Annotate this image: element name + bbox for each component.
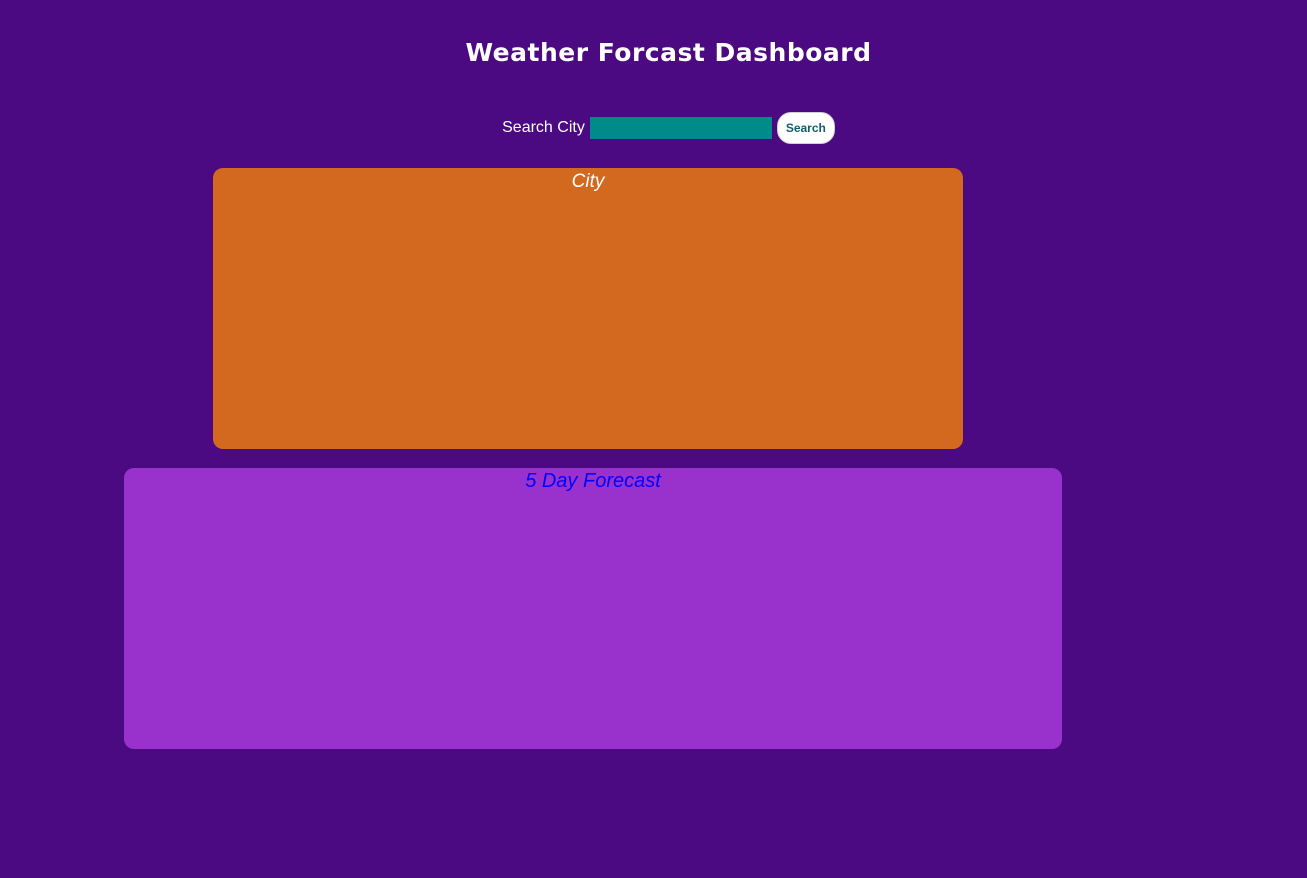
- page-title: Weather Forcast Dashboard: [465, 38, 872, 67]
- forecast-heading: 5 Day Forecast: [525, 470, 661, 492]
- search-form: Search City Search: [0, 112, 1307, 144]
- city-heading: City: [571, 171, 605, 192]
- forecast-panel: 5 Day Forecast: [124, 468, 1062, 749]
- search-button[interactable]: Search: [776, 112, 835, 144]
- search-input[interactable]: [589, 117, 772, 139]
- search-label: Search City: [502, 119, 585, 136]
- current-weather-panel: City: [213, 168, 963, 449]
